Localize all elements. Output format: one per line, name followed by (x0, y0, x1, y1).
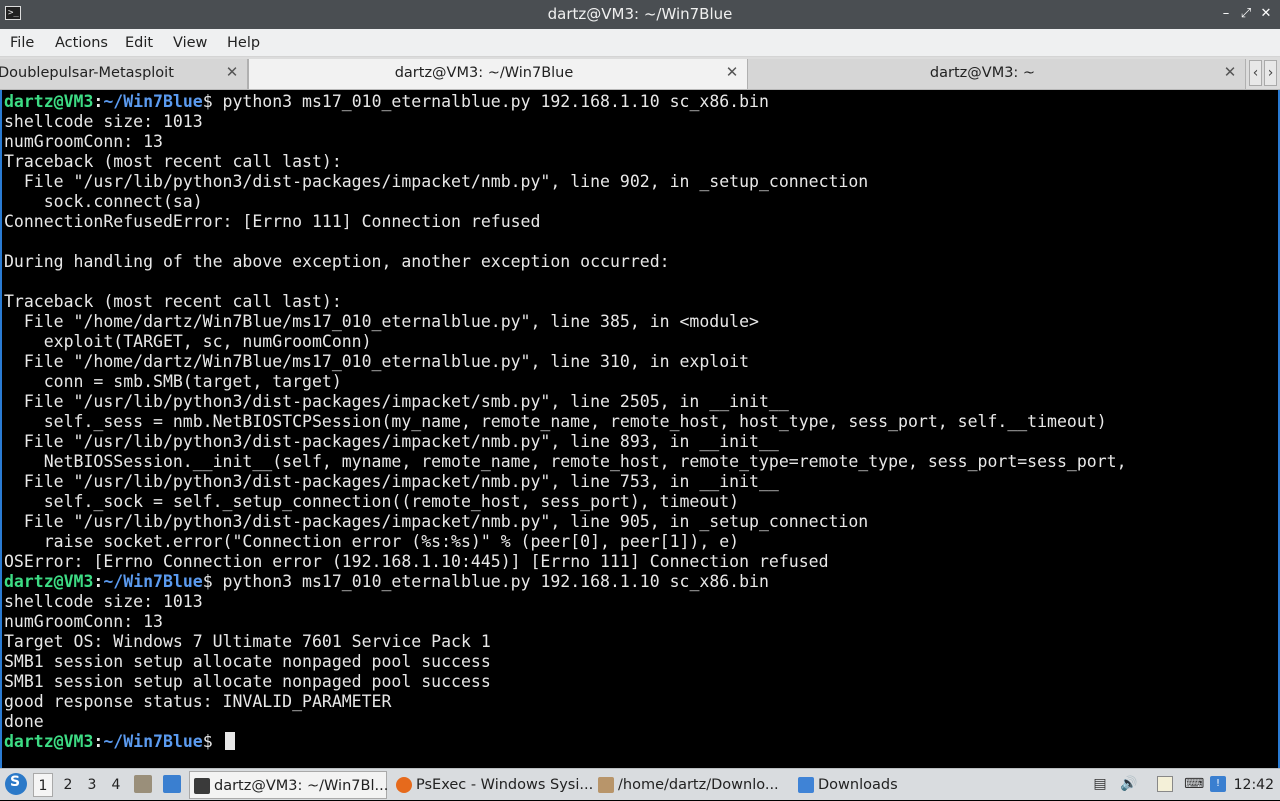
workspace-4[interactable]: 4 (106, 773, 126, 797)
output-line: File "/usr/lib/python3/dist-packages/imp… (4, 472, 779, 491)
command-text: python3 ms17_010_eternalblue.py 192.168.… (212, 572, 769, 591)
tab-close-icon[interactable]: ✕ (225, 65, 239, 80)
menu-bar: File Actions Edit View Help (0, 29, 1280, 57)
menu-help[interactable]: Help (227, 29, 260, 57)
prompt-symbol: $ (202, 572, 213, 591)
command-line: dartz@VM3:~/Win7Blue$ python3 ms17_010_e… (4, 92, 769, 112)
menu-actions[interactable]: Actions (55, 29, 108, 57)
output-line: SMB1 session setup allocate nonpaged poo… (4, 672, 491, 691)
archive-icon (598, 777, 614, 793)
output-line: SMB1 session setup allocate nonpaged poo… (4, 652, 491, 671)
prompt-path: ~/Win7Blue (103, 732, 203, 751)
output-line: numGroomConn: 13 (4, 612, 163, 631)
prompt-symbol: $ (202, 732, 213, 751)
keyboard-icon[interactable]: ⌨ (1184, 776, 1204, 792)
output-line: shellcode size: 1013 (4, 112, 203, 131)
terminal-cursor (224, 732, 235, 750)
output-line: conn = smb.SMB(target, target) (4, 372, 342, 391)
firefox-icon (396, 777, 412, 793)
prompt-separator: : (93, 92, 104, 111)
tab-bar: Doublepulsar-Metasploit ✕ dartz@VM3: ~/W… (0, 57, 1280, 90)
current-prompt: dartz@VM3:~/Win7Blue$ (4, 732, 235, 752)
tab-close-icon[interactable]: ✕ (1223, 65, 1237, 80)
prompt-path: ~/Win7Blue (103, 572, 203, 591)
task-label: /home/dartz/Downlo... (618, 777, 779, 793)
tab-label: dartz@VM3: ~ (929, 65, 1036, 81)
output-line: numGroomConn: 13 (4, 132, 163, 151)
task-terminal[interactable]: dartz@VM3: ~/Win7Bl... (189, 771, 389, 799)
terminal-view[interactable]: dartz@VM3:~/Win7Blue$ python3 ms17_010_e… (0, 90, 1280, 768)
trash-icon[interactable]: ▤ (1092, 776, 1108, 792)
output-line: Target OS: Windows 7 Ultimate 7601 Servi… (4, 632, 491, 651)
tab-home[interactable]: dartz@VM3: ~ ✕ (748, 59, 1246, 89)
window-titlebar: >_ dartz@VM3: ~/Win7Blue – ⤢ ✕ (0, 0, 1280, 29)
tab-label: dartz@VM3: ~/Win7Blue (394, 65, 574, 81)
prompt-path: ~/Win7Blue (103, 92, 203, 111)
task-downloads[interactable]: Downloads (794, 771, 914, 799)
taskbar: S 1 2 3 4 dartz@VM3: ~/Win7Bl... PsExec … (0, 768, 1280, 800)
prompt-separator: : (93, 732, 104, 751)
workspace-2[interactable]: 2 (58, 773, 78, 797)
menu-file[interactable]: File (10, 29, 34, 57)
command-line: dartz@VM3:~/Win7Blue$ python3 ms17_010_e… (4, 572, 769, 592)
tab-win7blue[interactable]: dartz@VM3: ~/Win7Blue ✕ (248, 59, 748, 89)
window-title: dartz@VM3: ~/Win7Blue (547, 5, 733, 23)
clipboard-icon[interactable] (1157, 776, 1173, 792)
output-line: File "/usr/lib/python3/dist-packages/imp… (4, 512, 869, 531)
output-line: File "/home/dartz/Win7Blue/ms17_010_eter… (4, 352, 750, 371)
tab-scroll-left-icon[interactable]: ‹ (1249, 60, 1262, 86)
menu-edit[interactable]: Edit (125, 29, 153, 57)
clock[interactable]: 12:42 (1234, 769, 1274, 801)
tab-close-icon[interactable]: ✕ (725, 65, 739, 80)
prompt-separator: : (93, 572, 104, 591)
tab-doublepulsar[interactable]: Doublepulsar-Metasploit ✕ (0, 59, 248, 89)
terminal-icon (194, 778, 210, 794)
output-line: During handling of the above exception, … (4, 252, 670, 271)
tab-scroll-right-icon[interactable]: › (1264, 60, 1277, 86)
task-firefox[interactable]: PsExec - Windows Sysi... (392, 771, 594, 799)
file-manager-icon[interactable] (134, 775, 152, 793)
tab-label: Doublepulsar-Metasploit (0, 65, 174, 81)
volume-icon[interactable]: 🔊 (1120, 776, 1137, 792)
command-text (213, 732, 223, 751)
output-line: File "/home/dartz/Win7Blue/ms17_010_eter… (4, 312, 759, 331)
output-line: NetBIOSSession.__init__(self, myname, re… (4, 452, 1127, 471)
start-menu-icon[interactable]: S (5, 773, 27, 795)
task-label: dartz@VM3: ~/Win7Bl... (214, 778, 389, 794)
output-line: File "/usr/lib/python3/dist-packages/imp… (4, 432, 779, 451)
prompt-symbol: $ (202, 92, 213, 111)
task-label: Downloads (818, 777, 898, 793)
output-line: shellcode size: 1013 (4, 592, 203, 611)
minimize-icon[interactable]: – (1218, 6, 1234, 22)
output-line: sock.connect(sa) (4, 192, 203, 211)
workspace-3[interactable]: 3 (82, 773, 102, 797)
output-line: File "/usr/lib/python3/dist-packages/imp… (4, 172, 869, 191)
command-text: python3 ms17_010_eternalblue.py 192.168.… (212, 92, 769, 111)
output-line: ConnectionRefusedError: [Errno 111] Conn… (4, 212, 541, 231)
menu-view[interactable]: View (173, 29, 207, 57)
prompt-user: dartz@VM3 (4, 572, 94, 591)
prompt-user: dartz@VM3 (4, 92, 94, 111)
restore-icon[interactable]: ⤢ (1238, 6, 1254, 22)
folder-icon (798, 777, 814, 793)
output-line: Traceback (most recent call last): (4, 292, 342, 311)
output-line: OSError: [Errno Connection error (192.16… (4, 552, 829, 571)
close-icon[interactable]: ✕ (1258, 6, 1274, 22)
workspace-1[interactable]: 1 (33, 773, 53, 797)
desktop-icon[interactable] (163, 775, 181, 793)
output-line: self._sess = nmb.NetBIOSTCPSession(my_na… (4, 412, 1107, 431)
output-line: self._sock = self._setup_connection((rem… (4, 492, 740, 511)
network-icon[interactable]: ! (1210, 776, 1226, 792)
output-line: Traceback (most recent call last): (4, 152, 342, 171)
task-archive[interactable]: /home/dartz/Downlo... (594, 771, 792, 799)
output-line: good response status: INVALID_PARAMETER (4, 692, 392, 711)
prompt-user: dartz@VM3 (4, 732, 94, 751)
output-line: File "/usr/lib/python3/dist-packages/imp… (4, 392, 789, 411)
task-label: PsExec - Windows Sysi... (416, 777, 594, 793)
output-line: done (4, 712, 44, 731)
output-line: exploit(TARGET, sc, numGroomConn) (4, 332, 372, 351)
output-line: raise socket.error("Connection error (%s… (4, 532, 740, 551)
